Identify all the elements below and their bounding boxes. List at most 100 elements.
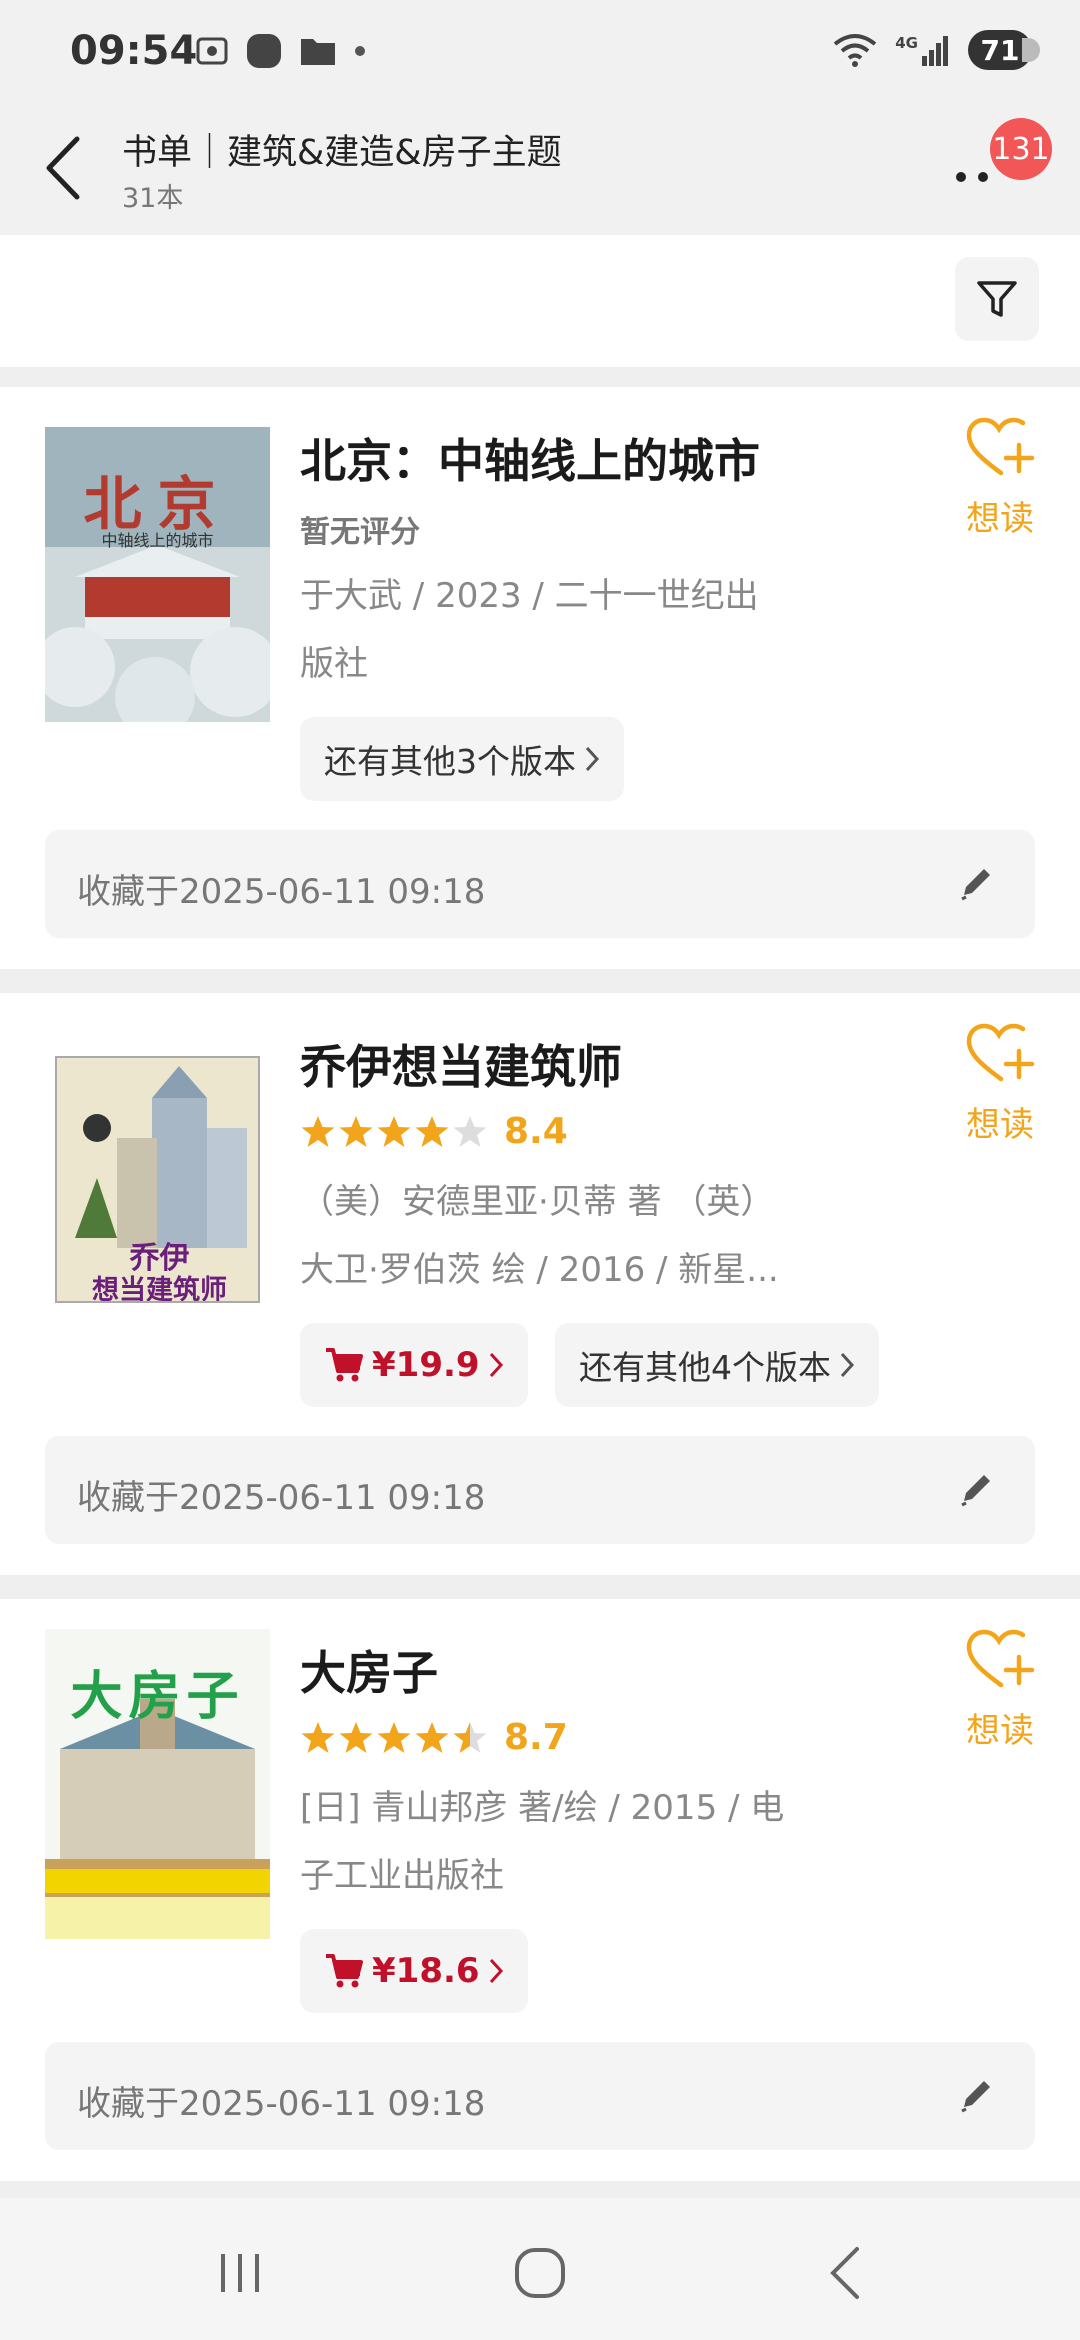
book-count: 31本 [122, 183, 184, 214]
star-empty-icon [453, 1115, 487, 1147]
filter-icon [977, 281, 1017, 317]
book-cover[interactable]: 北京 中轴线上的城市 [45, 427, 270, 722]
cover-subtitle: 想当建筑师 [92, 1275, 227, 1303]
system-nav-bar [0, 2198, 1080, 2340]
book-meta: [日] 青山邦彦 著/绘 / 2015 / 电 子工业出版社 [300, 1774, 820, 1910]
want-to-read-button[interactable]: 想读 [955, 1629, 1045, 1752]
want-to-read-button[interactable]: 想读 [955, 1023, 1045, 1146]
cover-title: 大房子 [70, 1667, 245, 1727]
book-title[interactable]: 大房子 [300, 1637, 438, 1703]
wifi-icon [834, 34, 877, 67]
rating-score: 8.7 [504, 1717, 568, 1758]
price-label: ¥19.9 [372, 1345, 480, 1385]
collected-date: 收藏于2025-06-11 09:18 [77, 872, 486, 912]
book-meta-line: 版社 [300, 644, 368, 684]
recents-button[interactable] [205, 2238, 275, 2308]
signal-icon: 4G [895, 34, 950, 66]
star-icon [301, 1721, 335, 1753]
edit-button[interactable] [951, 2070, 1001, 2120]
dot-icon [355, 46, 365, 56]
chevron-right-icon [840, 1352, 855, 1378]
page-title: 书单｜建筑&建造&房子主题 [122, 133, 562, 173]
cart-icon [326, 1348, 363, 1382]
back-button[interactable] [38, 128, 88, 208]
collection-note[interactable]: 收藏于2025-06-11 09:18 [45, 1436, 1035, 1544]
status-time: 09:54 [70, 28, 198, 74]
status-icons-right: 4G 71 [833, 30, 1040, 70]
collected-date: 收藏于2025-06-11 09:18 [77, 1478, 486, 1518]
chevron-right-icon [585, 746, 600, 772]
heart-plus-icon [966, 1023, 1035, 1082]
other-versions-button[interactable]: 还有其他3个版本 [300, 717, 624, 801]
back-icon [830, 2247, 859, 2299]
collected-date: 收藏于2025-06-11 09:18 [77, 2084, 486, 2124]
other-versions-label: 还有其他3个版本 [324, 742, 576, 781]
rating-row: 8.4 [300, 1111, 568, 1152]
header: 书单｜建筑&建造&房子主题 31本 131 [0, 110, 1080, 235]
buy-button[interactable]: ¥18.6 [300, 1929, 528, 2013]
book-card[interactable]: 乔伊 想当建筑师 乔伊想当建筑师 8.4 （美）安德里亚·贝蒂 著 （英） 大卫… [0, 993, 1080, 1575]
collection-note[interactable]: 收藏于2025-06-11 09:18 [45, 830, 1035, 938]
chevron-right-icon [489, 1958, 503, 1984]
edit-button[interactable] [951, 1464, 1001, 1514]
star-icon [301, 1115, 335, 1147]
book-title[interactable]: 北京：中轴线上的城市 [300, 425, 760, 491]
book-card[interactable]: 北京 中轴线上的城市 北京：中轴线上的城市 暂无评分 于大武 / 2023 / … [0, 387, 1080, 969]
rating-score: 8.4 [504, 1111, 568, 1152]
collection-note[interactable]: 收藏于2025-06-11 09:18 [45, 2042, 1035, 2150]
book-cover[interactable]: 乔伊 想当建筑师 [55, 1056, 260, 1303]
star-icon [415, 1721, 449, 1753]
battery-level: 71 [980, 33, 1020, 67]
filter-bar [0, 235, 1080, 367]
heart-plus-icon [966, 417, 1035, 476]
heart-plus-icon [966, 1629, 1035, 1688]
want-to-read-button[interactable]: 想读 [955, 417, 1045, 540]
other-versions-button[interactable]: 还有其他4个版本 [555, 1323, 879, 1407]
star-icon [415, 1115, 449, 1147]
screenshot-icon [196, 37, 228, 65]
buy-button[interactable]: ¥19.9 [300, 1323, 528, 1407]
status-bar: 09:54 4G 71 [0, 0, 1080, 110]
cover-subtitle: 中轴线上的城市 [101, 531, 214, 550]
want-to-read-label: 想读 [966, 1711, 1034, 1751]
other-versions-label: 还有其他4个版本 [579, 1348, 831, 1387]
star-icon [377, 1115, 411, 1147]
star-icon [377, 1721, 411, 1753]
book-meta-line: 于大武 / 2023 / 二十一世纪出 [300, 576, 759, 616]
notification-badge[interactable]: 131 [990, 118, 1052, 180]
book-cover[interactable]: 大房子 [45, 1629, 270, 1939]
book-meta-line: （美）安德里亚·贝蒂 著 （英） [300, 1182, 775, 1222]
book-meta-line: 大卫·罗伯茨 绘 / 2016 / 新星... [300, 1250, 779, 1290]
home-icon [515, 2248, 565, 2298]
no-rating-label: 暂无评分 [300, 515, 420, 550]
filter-button[interactable] [955, 257, 1039, 341]
star-icon [339, 1115, 373, 1147]
want-to-read-label: 想读 [966, 499, 1034, 539]
price-label: ¥18.6 [372, 1951, 480, 1991]
edit-button[interactable] [951, 858, 1001, 908]
star-half-icon [453, 1721, 487, 1753]
star-rating [300, 1721, 488, 1755]
battery-icon: 71 [968, 30, 1040, 70]
recents-icon [221, 2254, 259, 2292]
pencil-icon [961, 1475, 990, 1507]
star-icon [339, 1721, 373, 1753]
pencil-icon [961, 869, 990, 901]
book-card[interactable]: 大房子 大房子 8.7 [日] 青山邦彦 著/绘 / 2015 / 电 子工业出… [0, 1599, 1080, 2181]
status-icons-left [195, 32, 367, 70]
book-meta: 于大武 / 2023 / 二十一世纪出 版社 [300, 562, 820, 698]
network-type: 4G [895, 34, 918, 52]
book-meta-line: [日] 青山邦彦 著/绘 / 2015 / 电 [300, 1788, 785, 1828]
chevron-right-icon [489, 1352, 503, 1378]
cart-icon [326, 1954, 363, 1988]
book-title[interactable]: 乔伊想当建筑师 [300, 1031, 622, 1097]
pencil-icon [961, 2081, 990, 2113]
back-nav-button[interactable] [810, 2238, 880, 2308]
app-icon [247, 34, 281, 68]
book-meta: （美）安德里亚·贝蒂 著 （英） 大卫·罗伯茨 绘 / 2016 / 新星... [300, 1168, 820, 1304]
home-button[interactable] [505, 2238, 575, 2308]
star-rating [300, 1115, 488, 1149]
rating-row: 8.7 [300, 1717, 568, 1758]
folder-icon [301, 39, 335, 65]
back-arrow-icon [46, 136, 80, 200]
